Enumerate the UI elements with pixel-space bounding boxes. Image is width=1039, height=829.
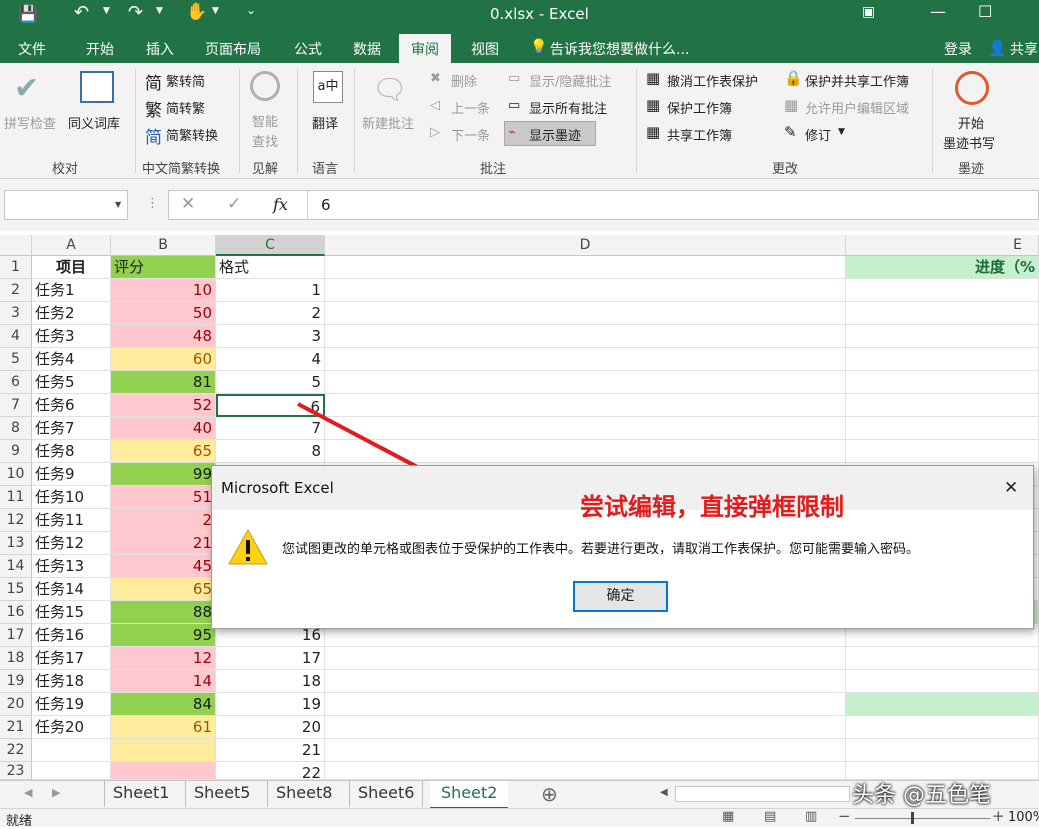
annotation-text: 尝试编辑，直接弹框限制 [580,493,844,521]
dialog-message: 您试图更改的单元格或图表位于受保护的工作表中。若要进行更改，请取消工作表保护。您… [282,542,920,557]
ok-button[interactable]: 确定 [573,581,668,612]
warning-icon [228,528,268,565]
watermark-text: 头条 @五色笔 [852,783,991,808]
dialog-close-icon[interactable]: ✕ [1004,478,1018,498]
annotation-arrow [297,402,566,546]
dialog-title: Microsoft Excel [221,479,334,497]
